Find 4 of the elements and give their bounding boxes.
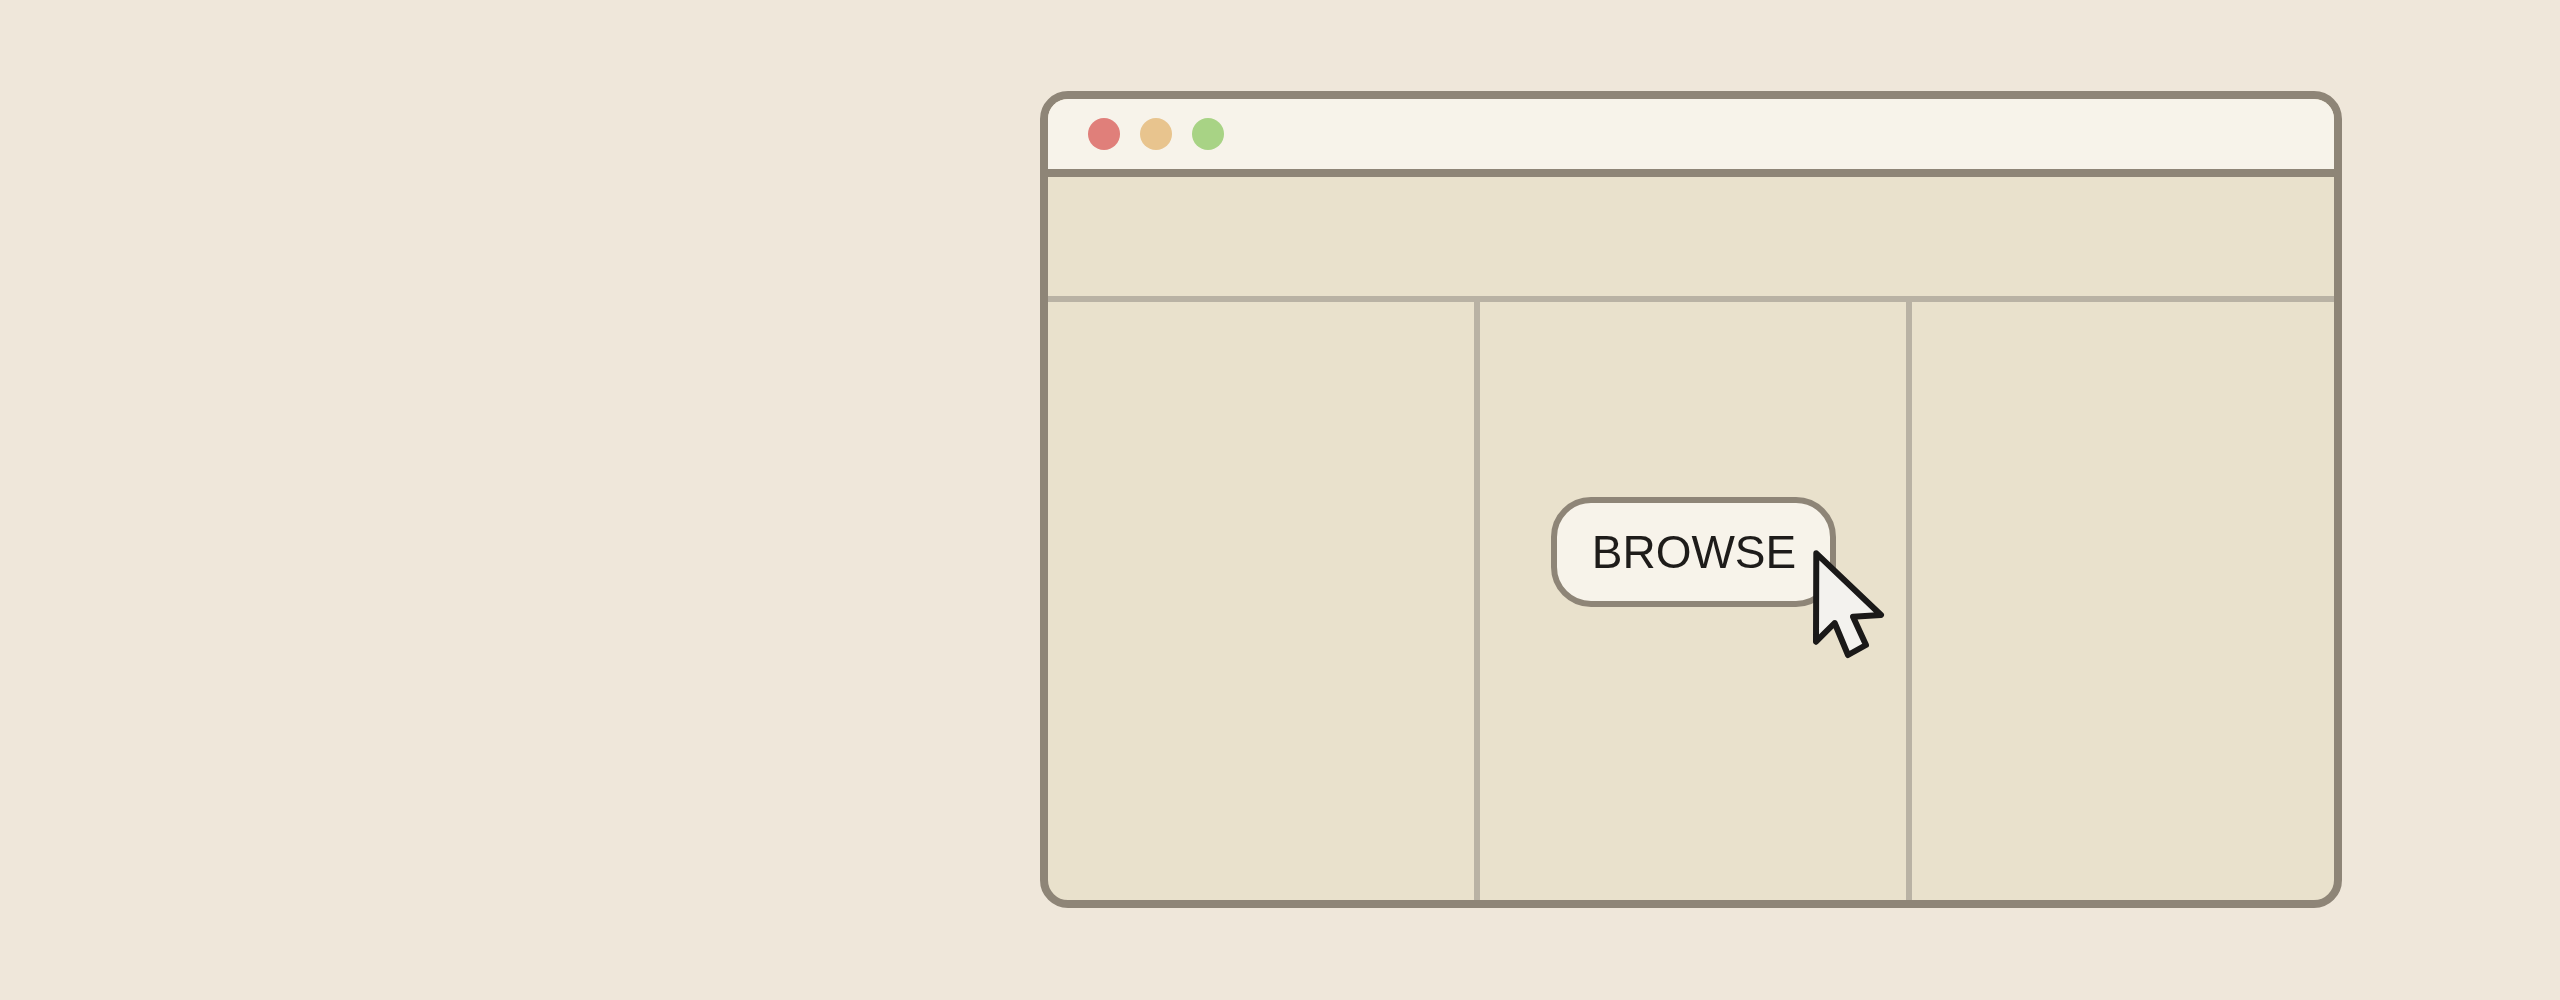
window-control-dot-icon[interactable] (1088, 118, 1120, 150)
window-control-dot-icon[interactable] (1192, 118, 1224, 150)
browse-button[interactable]: BROWSE (1550, 497, 1836, 607)
window-control-dot-icon[interactable] (1140, 118, 1172, 150)
